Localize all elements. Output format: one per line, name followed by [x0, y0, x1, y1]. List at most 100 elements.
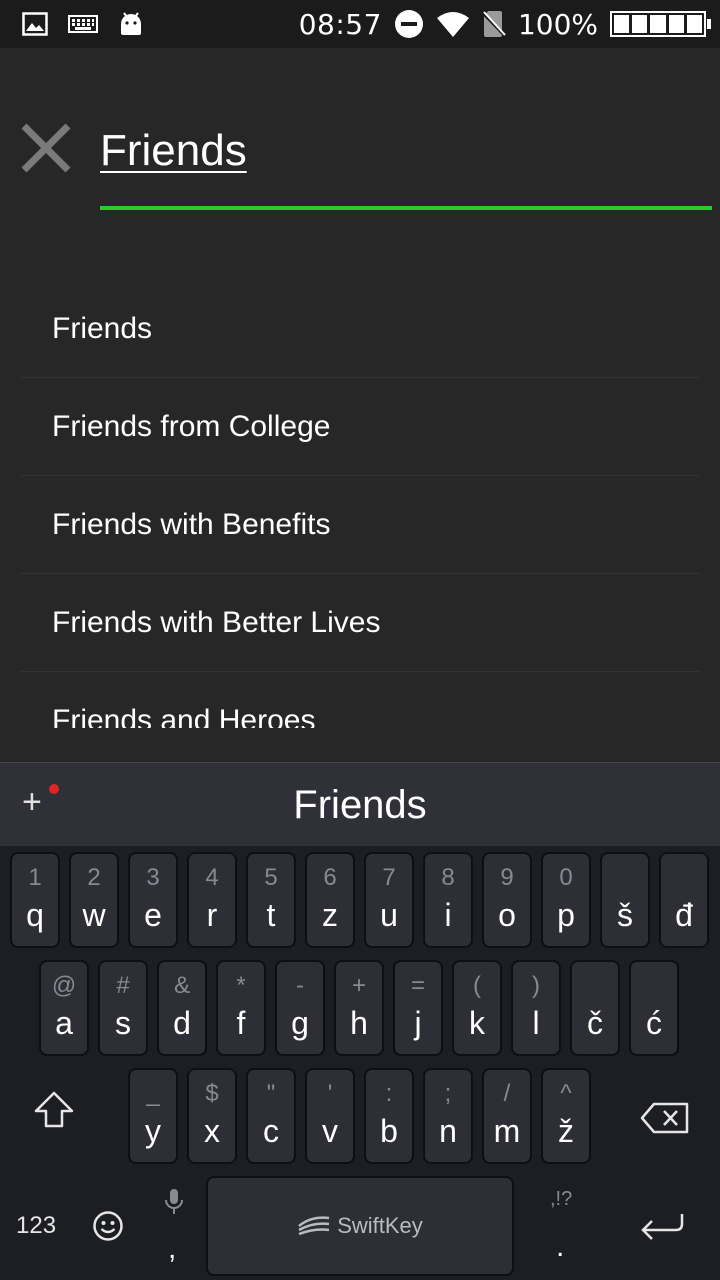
swiftkey-logo-icon [298, 1216, 330, 1236]
key-x[interactable]: $ x [187, 1068, 237, 1164]
wifi-icon [436, 12, 469, 37]
close-button[interactable] [18, 120, 74, 176]
key-secondary-label: # [116, 972, 130, 999]
spacebar[interactable]: SwiftKey [206, 1176, 514, 1276]
suggestion-item[interactable]: Friends with Benefits [20, 476, 700, 574]
search-underline [100, 206, 712, 210]
key-secondary-label: @ [51, 972, 77, 999]
key-primary-label: ž [558, 1113, 574, 1149]
key-u[interactable]: 7u [364, 852, 414, 948]
key-v[interactable]: ' v [305, 1068, 355, 1164]
key-e[interactable]: 3e [128, 852, 178, 948]
key-w[interactable]: 2w [69, 852, 119, 948]
emoji-key[interactable] [92, 1210, 124, 1247]
key-primary-label: y [145, 1113, 161, 1149]
enter-key[interactable] [638, 1210, 686, 1245]
key-secondary-label: 8 [441, 864, 455, 891]
key-n[interactable]: ; n [423, 1068, 473, 1164]
key-q[interactable]: 1q [10, 852, 60, 948]
search-input[interactable]: Friends [100, 126, 247, 176]
key-primary-label: k [469, 1005, 485, 1041]
key-ć[interactable]: ć [629, 960, 679, 1056]
notification-dot [49, 784, 59, 794]
key-c[interactable]: " c [246, 1068, 296, 1164]
key-s[interactable]: # s [98, 960, 148, 1056]
key-z[interactable]: 6z [305, 852, 355, 948]
key-i[interactable]: 8i [423, 852, 473, 948]
key-secondary-label: 1 [28, 864, 42, 891]
key-t[interactable]: 5t [246, 852, 296, 948]
suggestion-item[interactable]: Friends from College [20, 378, 700, 476]
key-primary-label: q [26, 897, 44, 933]
enter-icon [641, 1214, 684, 1240]
key-primary-label: u [380, 897, 398, 933]
key-ž[interactable]: ^ ž [541, 1068, 591, 1164]
key-secondary-label: - [296, 972, 304, 999]
key-y[interactable]: _ y [128, 1068, 178, 1164]
key-primary-label: e [144, 897, 162, 933]
key-primary-label: d [173, 1005, 191, 1041]
key-secondary-label: 5 [264, 864, 278, 891]
key-a[interactable]: @ a [39, 960, 89, 1056]
key-secondary-label: " [266, 1080, 276, 1107]
plus-icon[interactable]: + [22, 785, 42, 819]
key-secondary-label: ( [473, 972, 481, 999]
key-secondary-label: + [351, 972, 366, 999]
key-l[interactable]: ) l [511, 960, 561, 1056]
key-h[interactable]: + h [334, 960, 384, 1056]
key-secondary-label: & [173, 972, 190, 999]
key-secondary-label: : [385, 1080, 393, 1107]
key-primary-label: w [82, 897, 106, 933]
key-secondary-label: * [236, 972, 246, 999]
battery-icon [610, 11, 711, 37]
status-left-icons [22, 10, 144, 38]
punctuation-hint: ,!? [550, 1188, 573, 1210]
numbers-key[interactable]: 123 [16, 1212, 56, 1240]
key-m[interactable]: / m [482, 1068, 532, 1164]
key-secondary-label: 9 [500, 864, 514, 891]
status-bar: 08:57 100% [0, 0, 720, 48]
key-š[interactable]: š [600, 852, 650, 948]
key-secondary-label: ; [444, 1080, 452, 1107]
key-secondary-label: ' [327, 1080, 333, 1107]
key-primary-label: m [493, 1113, 521, 1149]
key-secondary-label: 4 [205, 864, 219, 891]
key-č[interactable]: č [570, 960, 620, 1056]
key-primary-label: č [587, 1005, 603, 1041]
suggestion-item[interactable]: Friends and Heroes [20, 672, 700, 729]
key-r[interactable]: 4r [187, 852, 237, 948]
key-secondary-label: 0 [559, 864, 573, 891]
key-b[interactable]: :b [364, 1068, 414, 1164]
key-primary-label: p [557, 897, 575, 933]
key-primary-label: z [322, 897, 338, 933]
battery-percent: 100% [517, 7, 598, 41]
key-primary-label: c [263, 1113, 279, 1149]
key-j[interactable]: = j [393, 960, 443, 1056]
period-key[interactable]: ,!? . [530, 1178, 590, 1278]
emoji-icon [93, 1211, 123, 1241]
key-secondary-label: 6 [323, 864, 337, 891]
key-primary-label: š [617, 897, 633, 933]
key-g[interactable]: -g [275, 960, 325, 1056]
key-p[interactable]: 0p [541, 852, 591, 948]
key-d[interactable]: & d [157, 960, 207, 1056]
space-brand-label: SwiftKey [337, 1213, 423, 1238]
key-k[interactable]: (k [452, 960, 502, 1056]
suggestion-item[interactable]: Friends [20, 280, 700, 378]
key-đ[interactable]: đ [659, 852, 709, 948]
comma-key[interactable]: , [150, 1178, 198, 1278]
keyboard: 1 q 2 w 3 e 4 r 5 t 6 z 7 u 8 i 9 o 0 p š đ @ a # s & d * f - g + h = j(k) l… [0, 846, 720, 1280]
keyboard-toolbar: Friends + [0, 762, 720, 847]
key-o[interactable]: 9o [482, 852, 532, 948]
key-primary-label: a [55, 1005, 73, 1041]
key-primary-label: h [350, 1005, 368, 1041]
backspace-key[interactable] [640, 1102, 690, 1139]
shift-icon [34, 1091, 74, 1128]
backspace-icon [640, 1102, 689, 1134]
shift-key[interactable] [32, 1090, 76, 1135]
key-f[interactable]: * f [216, 960, 266, 1056]
key-secondary-label: $ [205, 1080, 219, 1107]
suggestion-item[interactable]: Friends with Better Lives [20, 574, 700, 672]
key-primary-label: v [322, 1113, 338, 1149]
prediction-candidate[interactable]: Friends [0, 763, 720, 847]
